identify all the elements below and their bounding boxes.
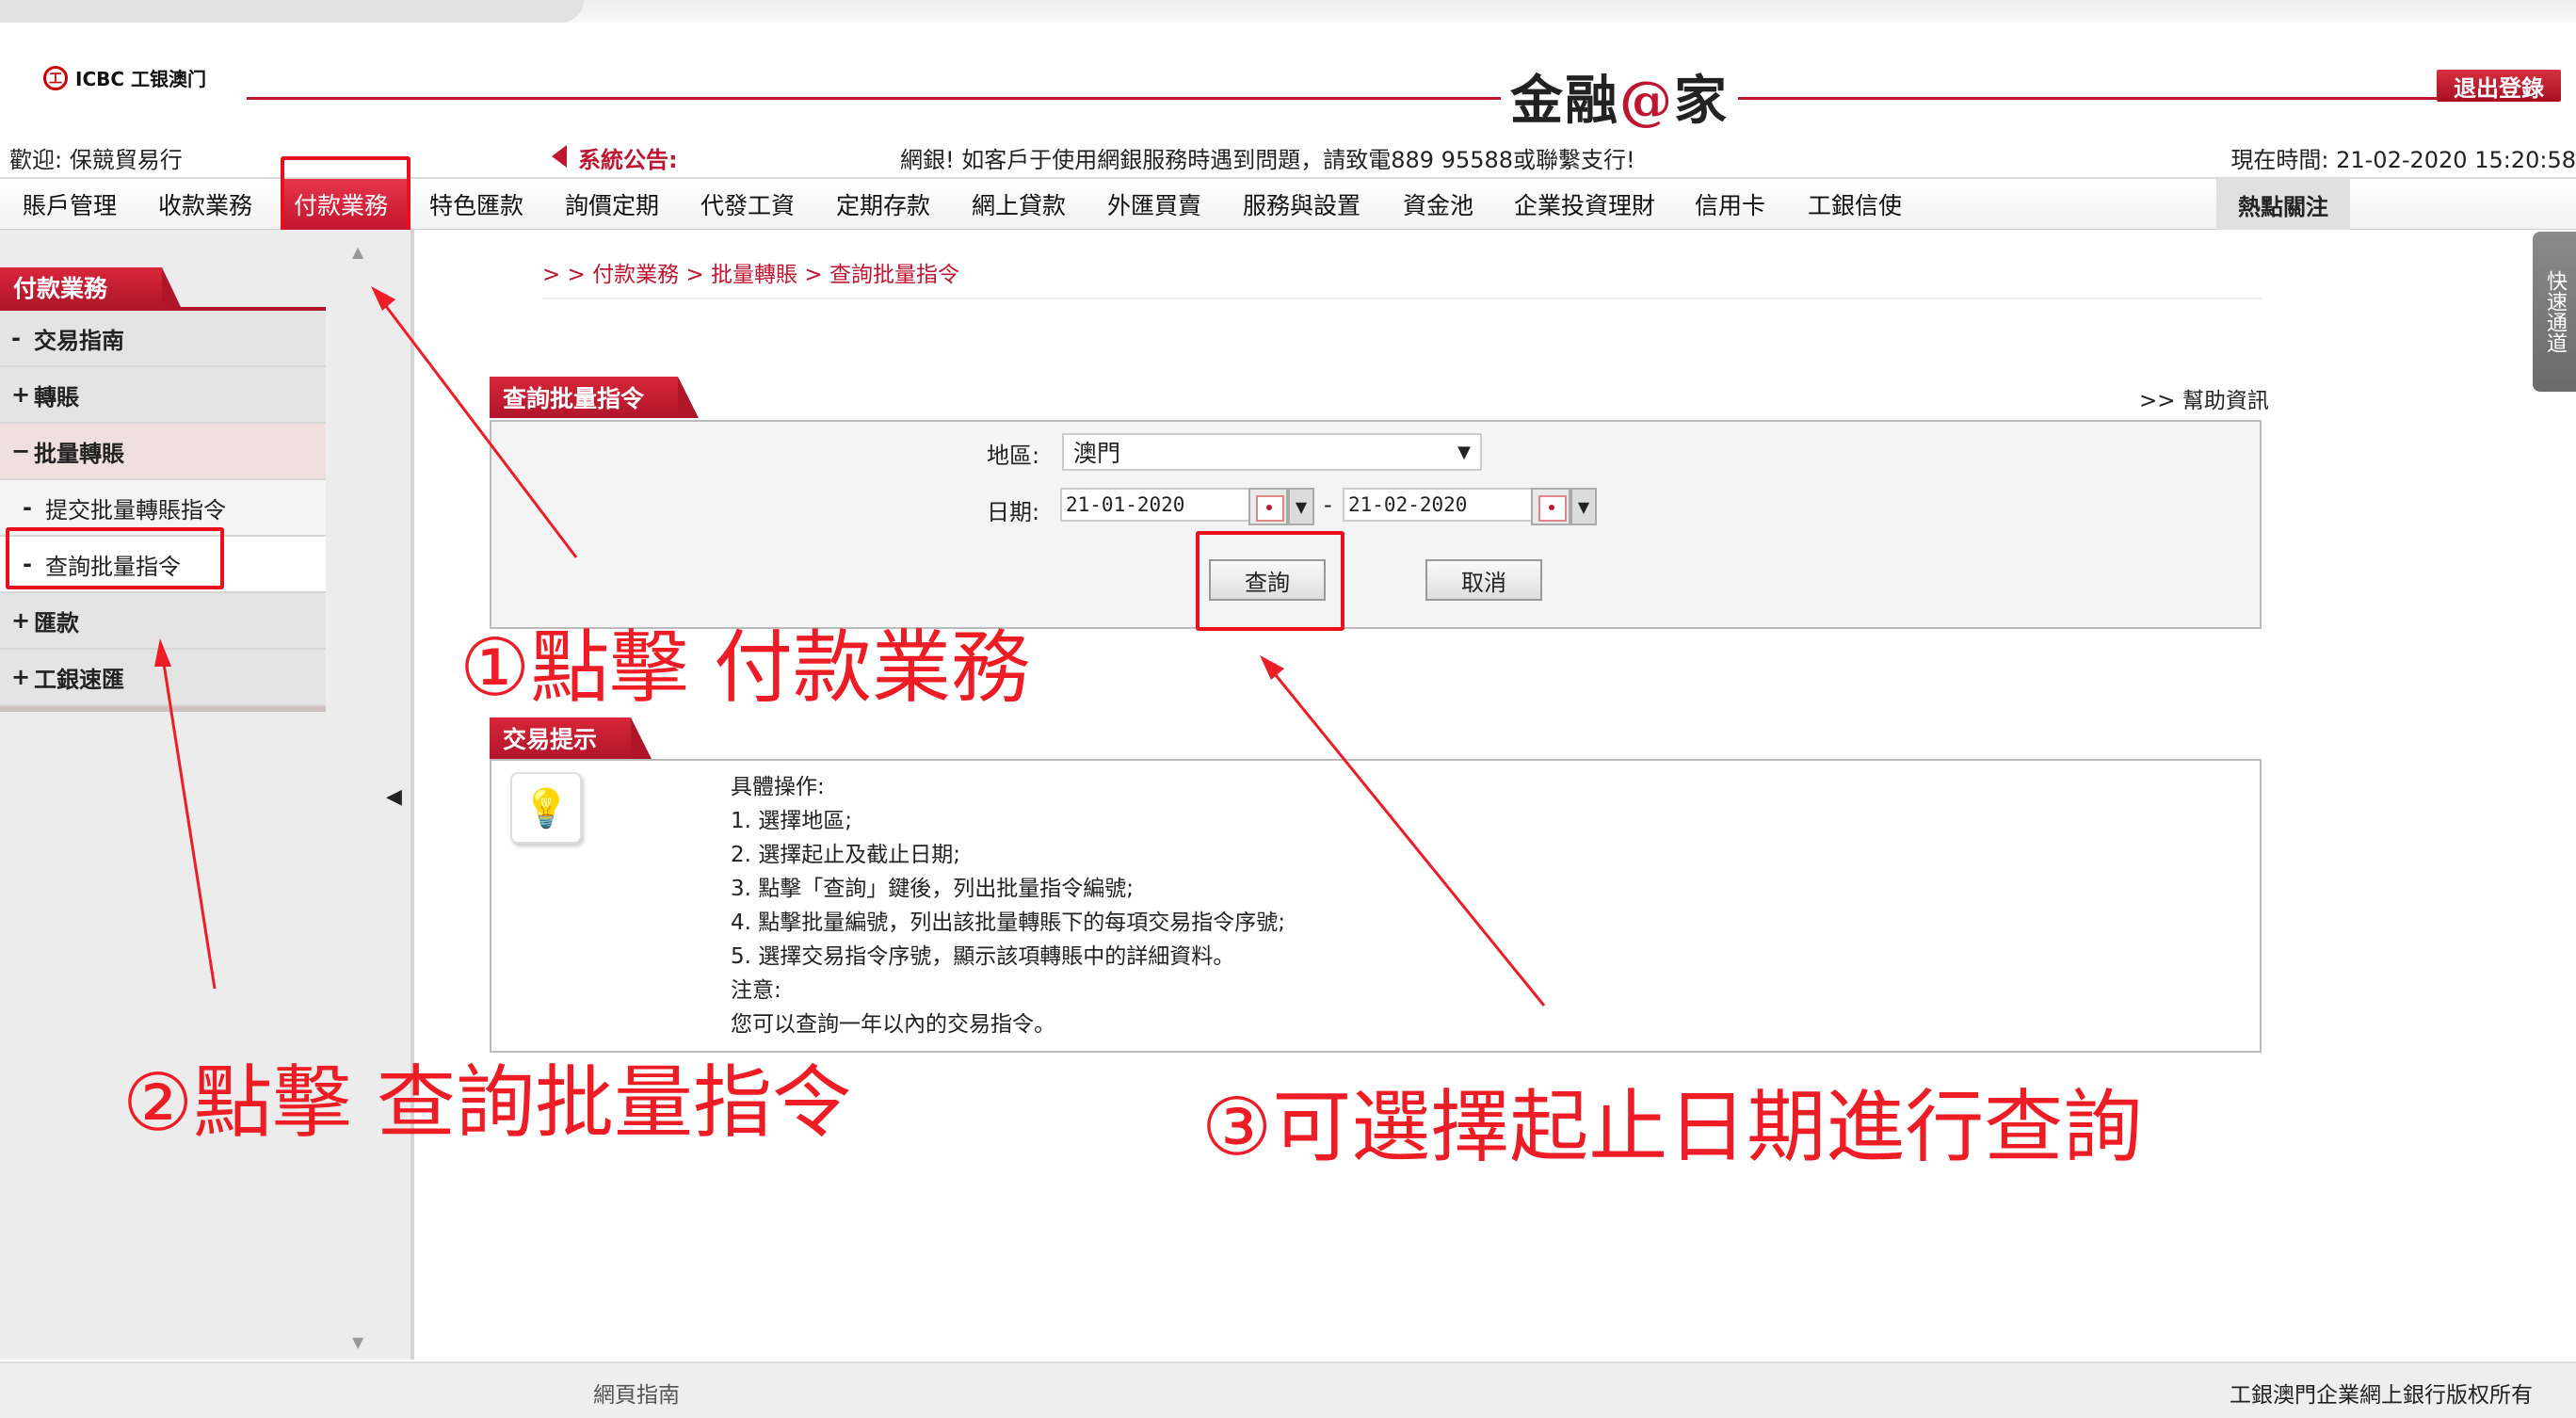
arrowhead-step2 (154, 638, 171, 667)
footer: 網頁指南 工銀澳門企業網上銀行版权所有 (0, 1362, 2576, 1418)
arrow-step1 (375, 293, 578, 558)
annotation-step3: ③可選擇起止日期進行查詢 (1201, 1081, 2143, 1173)
arrowhead-step1 (371, 286, 395, 311)
footer-guide-link[interactable]: 網頁指南 (593, 1377, 680, 1409)
arrowhead-step3 (1260, 655, 1284, 680)
annotation-arrows (154, 286, 1546, 1007)
arrow-step3 (1265, 664, 1546, 1007)
annotation-step2: ②點擊 查詢批量指令 (122, 1056, 852, 1149)
footer-copyright: 工銀澳門企業網上銀行版权所有 (2230, 1383, 2533, 1408)
arrow-step2 (160, 651, 217, 990)
annotation-step1: ①點擊 付款業務 (459, 621, 1031, 714)
